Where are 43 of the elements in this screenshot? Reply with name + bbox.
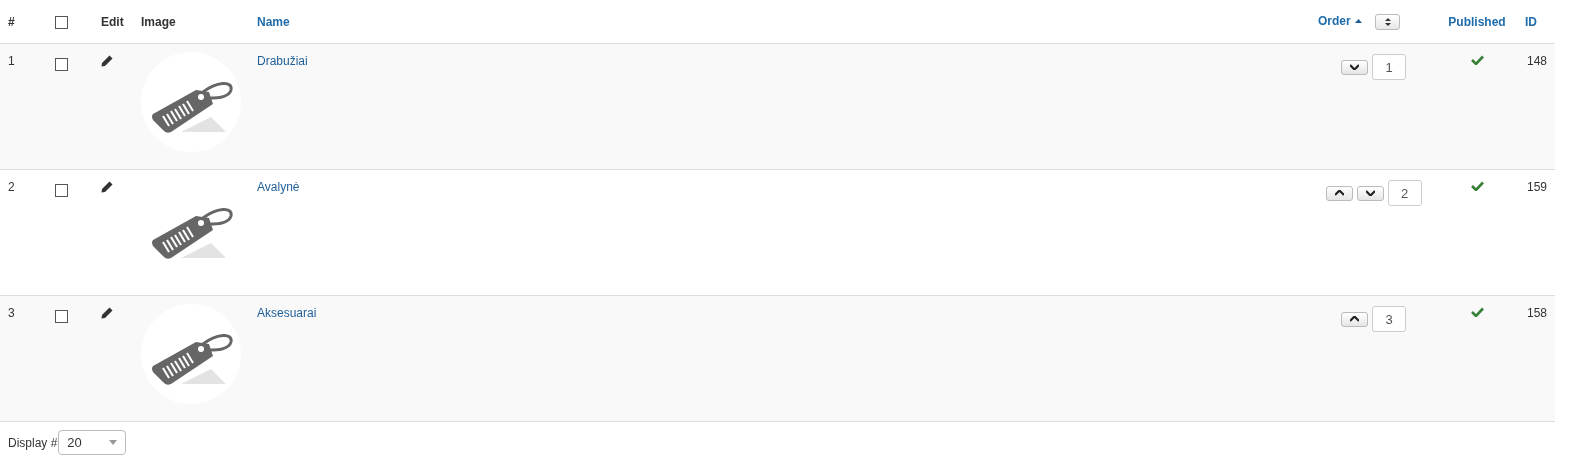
category-id: 158: [1526, 306, 1547, 320]
category-id: 159: [1526, 180, 1547, 194]
checkmark-icon[interactable]: [1470, 55, 1484, 65]
pencil-icon[interactable]: [100, 54, 114, 68]
order-input[interactable]: 2: [1387, 180, 1422, 206]
row-number: 3: [8, 306, 15, 320]
row-checkbox[interactable]: [55, 58, 68, 71]
checkmark-icon[interactable]: [1470, 181, 1484, 191]
category-name-link[interactable]: Drabužiai: [257, 54, 308, 68]
select-all-checkbox[interactable]: [55, 15, 68, 29]
pencil-icon[interactable]: [100, 180, 114, 194]
sort-arrows-icon: [1384, 17, 1391, 26]
page-size-select[interactable]: 20: [58, 430, 127, 455]
move-up-button[interactable]: [1341, 311, 1368, 327]
image-header: Image: [141, 14, 176, 29]
chevron-up-icon: [1334, 190, 1344, 196]
sort-button[interactable]: [1375, 13, 1401, 30]
move-up-button[interactable]: [1325, 185, 1353, 201]
category-name-link[interactable]: Avalynė: [257, 180, 300, 194]
row-number: 1: [8, 54, 15, 68]
order-input[interactable]: 1: [1372, 54, 1406, 80]
sort-caret-icon: [1355, 18, 1363, 23]
chevron-down-icon: [1350, 64, 1359, 70]
published-header[interactable]: Published: [1448, 14, 1506, 29]
category-name-link[interactable]: Aksesuarai: [257, 306, 317, 320]
move-down-button[interactable]: [1341, 59, 1368, 75]
dropdown-caret-icon: [109, 440, 118, 445]
pencil-icon[interactable]: [100, 306, 114, 320]
order-header[interactable]: Order: [1318, 13, 1351, 28]
move-down-button[interactable]: [1356, 185, 1384, 201]
row-checkbox[interactable]: [55, 310, 68, 323]
row-checkbox[interactable]: [55, 184, 68, 197]
edit-header: Edit: [101, 14, 124, 29]
id-header[interactable]: ID: [1525, 14, 1537, 29]
row-number: 2: [8, 180, 15, 194]
category-id: 148: [1526, 54, 1547, 68]
chevron-down-icon: [1365, 190, 1375, 196]
display-label: Display #: [8, 435, 58, 450]
checkmark-icon[interactable]: [1470, 307, 1484, 317]
order-input[interactable]: 3: [1372, 306, 1406, 332]
name-header[interactable]: Name: [257, 14, 290, 29]
number-header: #: [8, 14, 15, 29]
chevron-up-icon: [1350, 316, 1359, 322]
